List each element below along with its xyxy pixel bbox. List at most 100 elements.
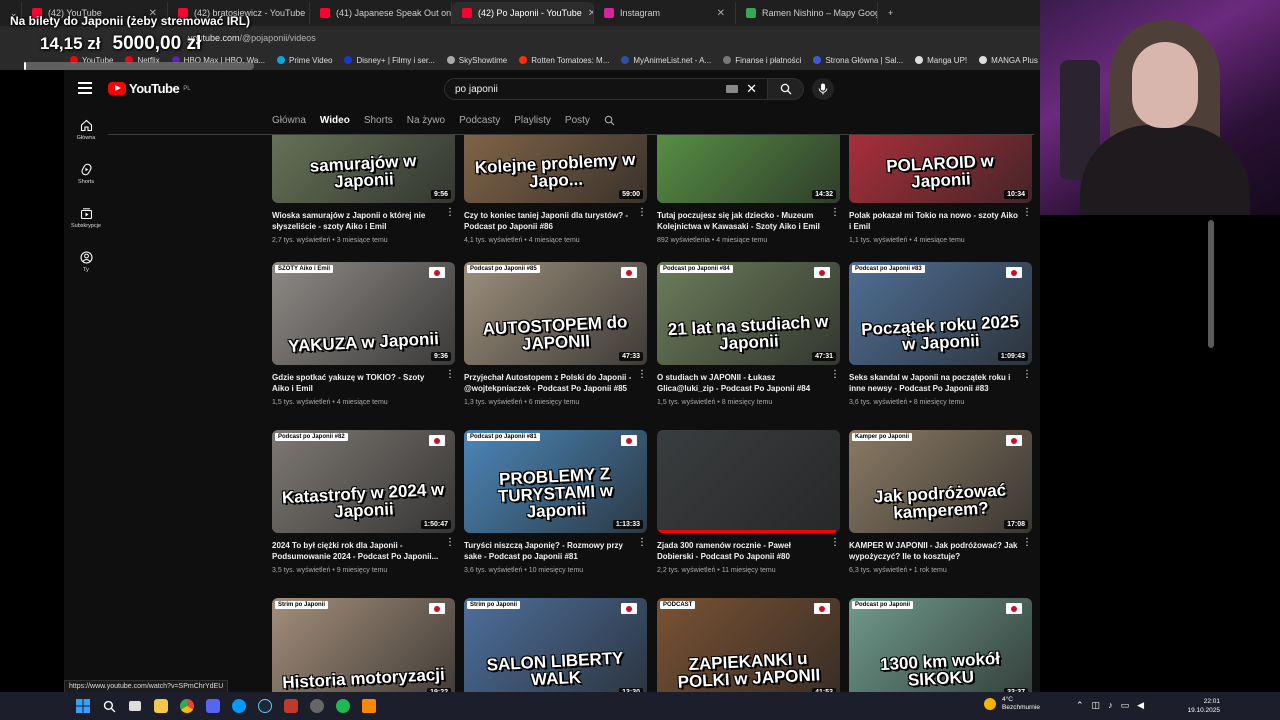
browser-tab-3[interactable]: (42) Po Japonii - YouTube✕ <box>452 2 594 24</box>
video-thumbnail[interactable]: samurajów w Japonii 9:56 <box>272 135 455 203</box>
bookmark-7[interactable]: MyAnimeList.net - A... <box>621 56 711 65</box>
display-icon[interactable]: ▭ <box>1121 700 1130 711</box>
voice-search-button[interactable] <box>812 78 834 100</box>
tab-shorts[interactable]: Shorts <box>364 115 393 126</box>
bookmark-4[interactable]: Disney+ | Filmy i ser... <box>344 56 435 65</box>
video-card[interactable]: Podcast po Japonii #85 AUTOSTOPEM do JAPO… <box>464 262 647 406</box>
bookmark-8[interactable]: Finanse i płatności <box>723 56 801 65</box>
tab-playlists[interactable]: Playlisty <box>514 115 551 126</box>
video-card[interactable]: Kolejne problemy w Japo... 59:00 Czy to ko… <box>464 135 647 244</box>
more-actions-icon[interactable]: ⋮ <box>637 208 647 218</box>
tab-videos[interactable]: Wideo <box>320 115 350 126</box>
video-card[interactable]: Podcast po Japonii #82 Katastrofy w 2024 … <box>272 430 455 574</box>
video-card[interactable]: Zjada 300 ramenów rocznie - Paweł Dobier… <box>657 430 840 574</box>
bookmark-6[interactable]: Rotten Tomatoes: M... <box>519 56 609 65</box>
video-card[interactable]: Strim po JaponiiHistoria motoryzacji19:2… <box>272 598 455 692</box>
video-thumbnail[interactable] <box>657 430 840 533</box>
more-actions-icon[interactable]: ⋮ <box>1022 538 1032 548</box>
video-thumbnail[interactable]: Podcast po Japonii #84 21 lat na studiach… <box>657 262 840 365</box>
clear-search-icon[interactable]: ✕ <box>746 81 757 97</box>
chevron-up-icon[interactable]: ⌃ <box>1076 700 1084 711</box>
bookmark-3[interactable]: Prime Video <box>277 56 332 65</box>
video-card[interactable]: SZOTY Aiko i Emil YAKUZA w Japonii 9:36 Gdz… <box>272 262 455 406</box>
bookmark-11[interactable]: MANGA Plus by SH... <box>979 56 1040 65</box>
video-title[interactable]: Czy to koniec taniej Japonii dla turystó… <box>464 210 647 234</box>
video-card[interactable]: samurajów w Japonii 9:56 Wioska samurajów … <box>272 135 455 244</box>
video-thumbnail[interactable]: Strim po JaponiiHistoria motoryzacji19:2… <box>272 598 455 692</box>
video-card[interactable]: Podcast po Japonii1300 km wokół SIKOKU33… <box>849 598 1032 692</box>
video-title[interactable]: Polak pokazał mi Tokio na nowo - szoty A… <box>849 210 1032 234</box>
more-actions-icon[interactable]: ⋮ <box>445 538 455 548</box>
browser-tab-2[interactable]: (41) Japanese Speak Out on the✕ <box>310 2 452 24</box>
video-card[interactable]: Kamper po Japonii Jak podróżować kamperem… <box>849 430 1032 574</box>
search-input[interactable] <box>455 83 715 95</box>
browser-tab-5[interactable]: Ramen Nishino – Mapy Google✕ <box>736 2 878 24</box>
bookmark-5[interactable]: SkyShowtime <box>446 56 507 65</box>
more-actions-icon[interactable]: ⋮ <box>830 208 840 218</box>
video-thumbnail[interactable]: Kamper po Japonii Jak podróżować kamperem… <box>849 430 1032 533</box>
video-title[interactable]: Turyści niszczą Japonię? - Rozmowy przy … <box>464 540 647 564</box>
more-actions-icon[interactable]: ⋮ <box>830 538 840 548</box>
guide-item-subscriptions[interactable]: Subskrypcje <box>64 196 108 240</box>
close-tab-icon[interactable]: ✕ <box>717 8 725 19</box>
page-scrollbar[interactable] <box>1208 220 1214 348</box>
video-title[interactable]: Przyjechał Autostopem z Polski do Japoni… <box>464 372 647 396</box>
guide-item-shorts[interactable]: Shorts <box>64 152 108 196</box>
video-card[interactable]: PODCASTZAPIEKANKI u POLKI w JAPONII41:53 <box>657 598 840 692</box>
video-card[interactable]: Strim po JaponiiSALON LIBERTY WALK13:30 <box>464 598 647 692</box>
video-card[interactable]: Podcast po Japonii #84 21 lat na studiach… <box>657 262 840 406</box>
video-title[interactable]: 2024 To był ciężki rok dla Japonii - Pod… <box>272 540 455 564</box>
start-button[interactable] <box>70 692 96 720</box>
tab-posts[interactable]: Posty <box>565 115 590 126</box>
more-actions-icon[interactable]: ⋮ <box>445 370 455 380</box>
keyboard-icon[interactable] <box>726 85 739 93</box>
menu-icon[interactable] <box>78 82 92 94</box>
steam-button[interactable] <box>252 692 278 720</box>
guide-item-home[interactable]: Główna <box>64 108 108 152</box>
weather-widget[interactable]: 4°C Bezchmurnie <box>984 696 1040 712</box>
video-card[interactable]: Podcast po Japonii #83 Początek roku 2025… <box>849 262 1032 406</box>
tab-home[interactable]: Główna <box>272 115 306 126</box>
video-thumbnail[interactable]: Kolejne problemy w Japo... 59:00 <box>464 135 647 203</box>
youtube-logo[interactable]: YouTube PL <box>108 81 191 96</box>
messenger-button[interactable] <box>226 692 252 720</box>
video-thumbnail[interactable]: POLAROID w Japonii 10:34 <box>849 135 1032 203</box>
more-actions-icon[interactable]: ⋮ <box>445 208 455 218</box>
search-button[interactable] <box>768 78 804 100</box>
video-thumbnail[interactable]: Podcast po Japonii #81 PROBLEMY Z TURYSTA… <box>464 430 647 533</box>
video-title[interactable]: KAMPER W JAPONII - Jak podróżować? Jak w… <box>849 540 1032 564</box>
video-card[interactable]: POLAROID w Japonii 10:34 Polak pokazał mi … <box>849 135 1032 244</box>
video-title[interactable]: Wioska samurajów z Japonii o której nie … <box>272 210 455 234</box>
video-title[interactable]: Tutaj poczujesz się jak dziecko - Muzeum… <box>657 210 840 234</box>
more-actions-icon[interactable]: ⋮ <box>830 370 840 380</box>
more-actions-icon[interactable]: ⋮ <box>1022 370 1032 380</box>
video-title[interactable]: Zjada 300 ramenów rocznie - Paweł Dobier… <box>657 540 840 564</box>
new-tab-button[interactable]: + <box>878 2 903 24</box>
url-text[interactable]: youtube.com/@pojaponii/videos <box>188 33 316 43</box>
more-actions-icon[interactable]: ⋮ <box>637 538 647 548</box>
video-title[interactable]: Gdzie spotkać yakuzę w TOKIO? - Szoty Ai… <box>272 372 455 396</box>
video-card[interactable]: 14:32 Tutaj poczujesz się jak dziecko - M… <box>657 135 840 244</box>
video-thumbnail[interactable]: Podcast po Japonii #85 AUTOSTOPEM do JAPO… <box>464 262 647 365</box>
spotify-button[interactable] <box>330 692 356 720</box>
clock[interactable]: 22:01 19.10.2025 <box>1180 697 1220 715</box>
video-thumbnail[interactable]: Podcast po Japonii #82 Katastrofy w 2024 … <box>272 430 455 533</box>
bookmark-10[interactable]: Manga UP! <box>915 56 967 65</box>
guide-item-you[interactable]: Ty <box>64 240 108 284</box>
video-thumbnail[interactable]: 14:32 <box>657 135 840 203</box>
video-thumbnail[interactable]: Podcast po Japonii1300 km wokół SIKOKU33… <box>849 598 1032 692</box>
channel-search-icon[interactable] <box>604 115 615 126</box>
video-thumbnail[interactable]: PODCASTZAPIEKANKI u POLKI w JAPONII41:53 <box>657 598 840 692</box>
more-actions-icon[interactable]: ⋮ <box>1022 208 1032 218</box>
more-actions-icon[interactable]: ⋮ <box>637 370 647 380</box>
obs-button[interactable] <box>278 692 304 720</box>
video-thumbnail[interactable]: Strim po JaponiiSALON LIBERTY WALK13:30 <box>464 598 647 692</box>
file-explorer-button[interactable] <box>148 692 174 720</box>
volume-icon[interactable]: ◀ <box>1137 700 1144 711</box>
bookmark-9[interactable]: Strona Główna | Sal... <box>813 56 903 65</box>
video-thumbnail[interactable]: SZOTY Aiko i Emil YAKUZA w Japonii 9:36 <box>272 262 455 365</box>
video-card[interactable]: Podcast po Japonii #81 PROBLEMY Z TURYSTA… <box>464 430 647 574</box>
video-title[interactable]: Seks skandal w Japonii na początek roku … <box>849 372 1032 396</box>
taskbar-search-button[interactable] <box>96 692 122 720</box>
vlc-button[interactable] <box>356 692 382 720</box>
